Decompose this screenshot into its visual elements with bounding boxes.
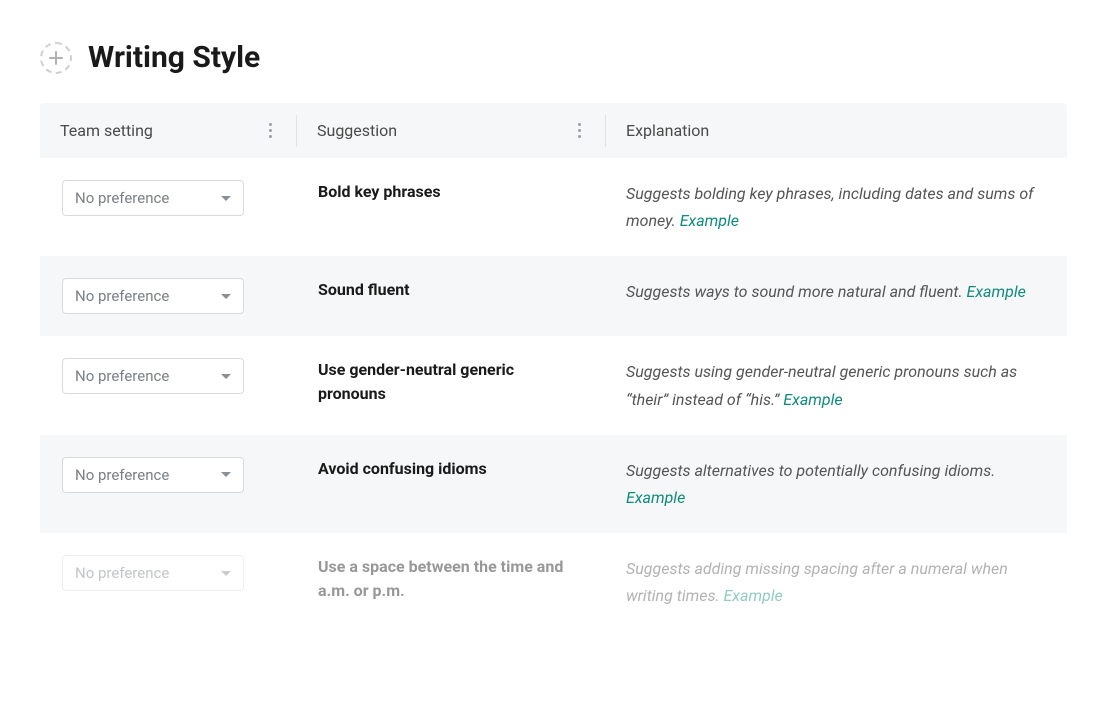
explanation-text: Suggests using gender-neutral generic pr… [626,358,1045,412]
column-label: Suggestion [317,121,397,140]
suggestion-label: Sound fluent [318,278,582,302]
more-vertical-icon[interactable] [574,119,585,142]
team-setting-select[interactable]: No preference [62,180,244,216]
select-value: No preference [75,564,169,582]
example-link[interactable]: Example [783,390,842,409]
column-label: Explanation [626,121,709,140]
example-link[interactable]: Example [626,488,685,507]
caret-down-icon [221,571,231,576]
add-icon[interactable] [40,42,72,74]
select-value: No preference [75,367,169,385]
plus-icon [49,51,63,65]
explanation-text: Suggests bolding key phrases, including … [626,180,1045,234]
suggestion-label: Bold key phrases [318,180,582,204]
caret-down-icon [221,374,231,379]
table-row: No preference Sound fluent Suggests ways… [40,256,1067,336]
page-title: Writing Style [88,40,260,75]
explanation-text: Suggests ways to sound more natural and … [626,278,1045,305]
table-row: No preference Avoid confusing idioms Sug… [40,435,1067,533]
suggestion-label: Use a space between the time and a.m. or… [318,555,582,603]
example-link[interactable]: Example [967,282,1026,301]
table-row: No preference Use gender-neutral generic… [40,336,1067,434]
explanation-text: Suggests adding missing spacing after a … [626,555,1045,609]
column-header-explanation: Explanation [606,103,1067,158]
example-link[interactable]: Example [723,586,782,605]
caret-down-icon [221,196,231,201]
page-header: Writing Style [40,40,1067,75]
select-value: No preference [75,287,169,305]
team-setting-select[interactable]: No preference [62,457,244,493]
explanation-text: Suggests alternatives to potentially con… [626,457,1045,511]
caret-down-icon [221,472,231,477]
column-label: Team setting [60,121,153,140]
select-value: No preference [75,189,169,207]
table-row: No preference Bold key phrases Suggests … [40,158,1067,256]
column-header-setting: Team setting [40,103,296,158]
suggestion-label: Avoid confusing idioms [318,457,582,481]
example-link[interactable]: Example [680,211,739,230]
team-setting-select[interactable]: No preference [62,358,244,394]
select-value: No preference [75,466,169,484]
caret-down-icon [221,294,231,299]
team-setting-select[interactable]: No preference [62,278,244,314]
table-header: Team setting Suggestion Explanation [40,103,1067,158]
team-setting-select[interactable]: No preference [62,555,244,591]
more-vertical-icon[interactable] [265,119,276,142]
suggestion-label: Use gender-neutral generic pronouns [318,358,582,406]
table-row: No preference Use a space between the ti… [40,533,1067,631]
column-header-suggestion: Suggestion [297,103,605,158]
settings-table: Team setting Suggestion Explanation No p… [40,103,1067,632]
